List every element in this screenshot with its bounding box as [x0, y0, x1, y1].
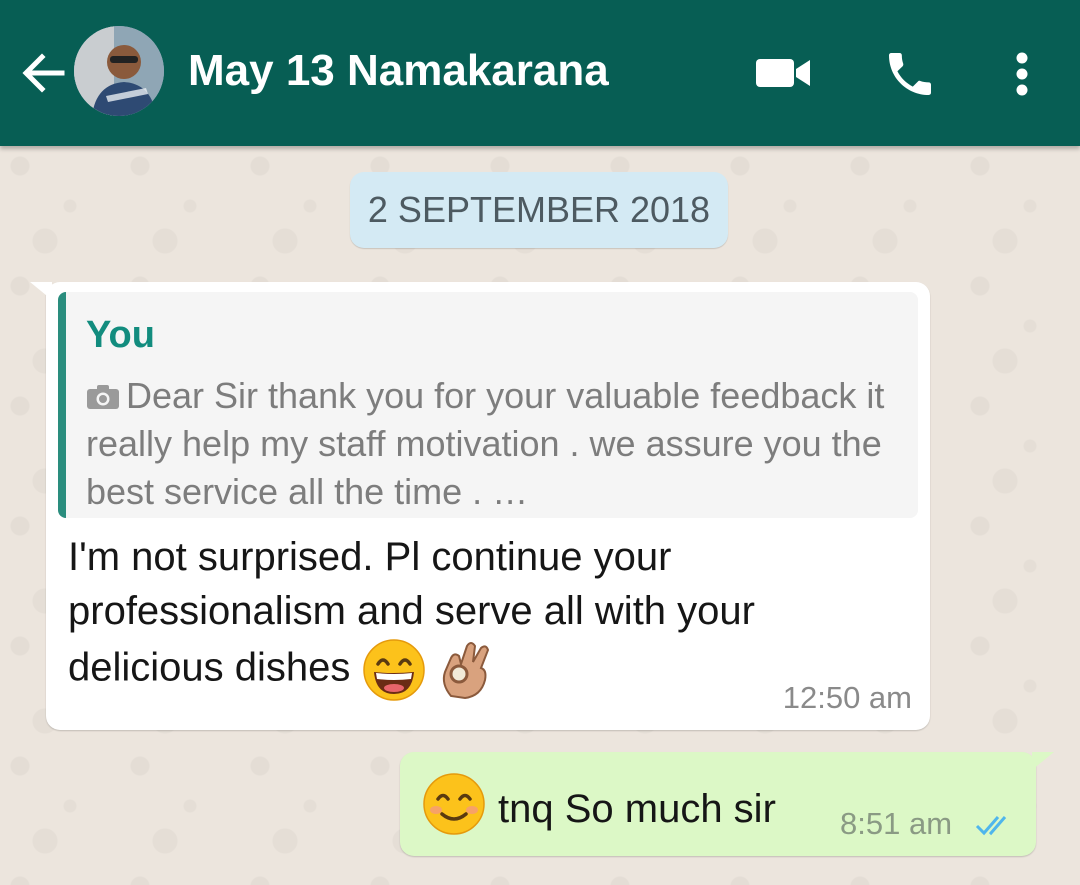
message-text-container: I'm not surprised. Pl continue your prof… — [68, 530, 908, 702]
bubble-tail — [30, 282, 52, 300]
phone-icon — [889, 53, 931, 95]
quote-accent-bar — [58, 292, 66, 518]
outgoing-message[interactable]: tnq So much sir 8:51 am — [400, 752, 1054, 856]
quoted-message[interactable]: You Dear Sir thank you for your valuable… — [58, 292, 918, 518]
smiling-face-emoji — [423, 773, 485, 835]
video-call-button[interactable] — [752, 52, 814, 94]
chat-header: May 13 Namakarana — [0, 0, 1080, 146]
double-check-icon — [975, 816, 1007, 836]
contact-avatar[interactable] — [74, 26, 164, 116]
incoming-message[interactable]: You Dear Sir thank you for your valuable… — [30, 282, 930, 730]
date-separator: 2 SEPTEMBER 2018 — [350, 172, 728, 248]
message-timestamp: 8:51 am — [840, 806, 953, 841]
back-button[interactable] — [18, 48, 68, 98]
quote-author: You — [86, 314, 155, 356]
camera-icon — [87, 385, 119, 409]
message-text-container: tnq So much sir — [422, 772, 776, 836]
video-call-icon — [756, 59, 810, 87]
ok-hand-emoji — [442, 642, 489, 700]
avatar-image — [74, 26, 164, 116]
quote-text-container: Dear Sir thank you for your valuable fee… — [86, 372, 906, 516]
grinning-face-emoji — [362, 639, 425, 701]
more-vert-icon — [1016, 52, 1028, 96]
message-text: tnq So much sir — [498, 787, 776, 831]
bubble-tail — [1032, 752, 1054, 770]
chat-title[interactable]: May 13 Namakarana — [188, 46, 609, 96]
message-timestamp: 12:50 am — [782, 680, 912, 715]
more-options-button[interactable] — [1004, 46, 1040, 102]
voice-call-button[interactable] — [882, 46, 938, 102]
arrow-left-icon — [22, 53, 65, 93]
quote-text: Dear Sir thank you for your valuable fee… — [86, 375, 885, 512]
